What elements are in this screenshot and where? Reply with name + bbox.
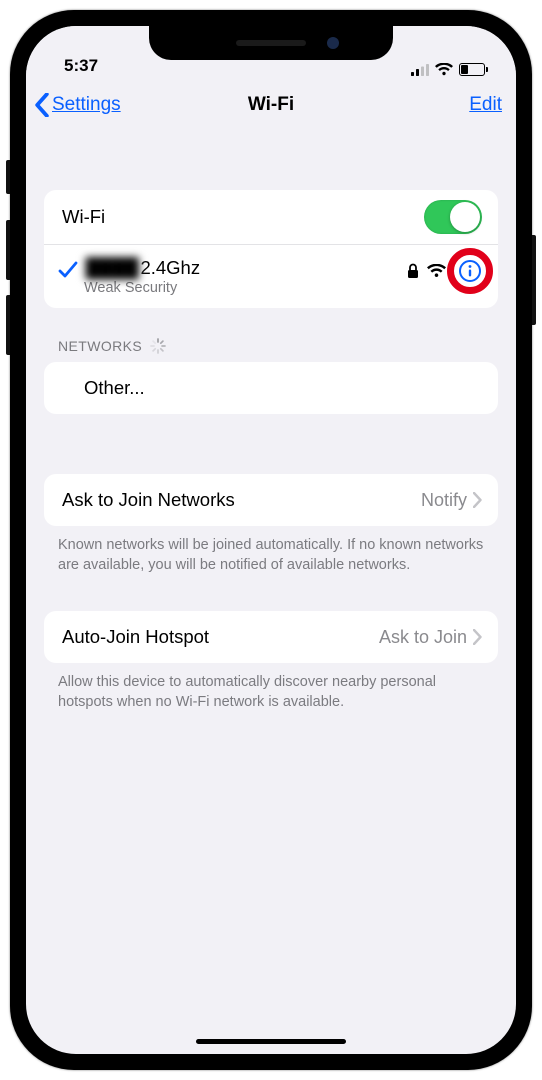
network-subtitle: Weak Security xyxy=(84,280,407,296)
networks-header-label: NETWORKS xyxy=(58,338,142,354)
status-indicators xyxy=(411,63,488,76)
ask-to-join-row[interactable]: Ask to Join Networks Notify xyxy=(44,474,498,526)
notch xyxy=(149,26,393,60)
chevron-left-icon xyxy=(34,93,50,117)
battery-icon xyxy=(459,63,488,76)
ask-to-join-label: Ask to Join Networks xyxy=(62,489,421,511)
info-icon[interactable] xyxy=(458,259,482,283)
network-icons xyxy=(407,259,482,283)
networks-header: NETWORKS xyxy=(58,338,484,354)
other-label: Other... xyxy=(62,377,482,399)
lock-icon xyxy=(407,263,419,279)
wifi-toggle-switch[interactable] xyxy=(424,200,482,234)
auto-join-hotspot-label: Auto-Join Hotspot xyxy=(62,626,379,648)
network-info: ████ 2.4Ghz Weak Security xyxy=(84,257,407,296)
wifi-signal-icon xyxy=(427,264,446,278)
wifi-group: Wi-Fi ████ 2.4Ghz Weak Security xyxy=(44,190,498,308)
wifi-toggle-row[interactable]: Wi-Fi xyxy=(44,190,498,244)
chevron-right-icon xyxy=(473,492,482,508)
phone-frame: 5:37 Settings Wi-Fi Edit Wi-Fi xyxy=(10,10,532,1070)
auto-join-hotspot-group: Auto-Join Hotspot Ask to Join xyxy=(44,611,498,663)
auto-join-hotspot-footer: Allow this device to automatically disco… xyxy=(58,673,484,712)
cellular-icon xyxy=(411,64,429,76)
network-name-blurred: ████ xyxy=(84,257,140,279)
status-time: 5:37 xyxy=(64,56,98,76)
home-indicator[interactable] xyxy=(196,1039,346,1044)
wifi-toggle-label: Wi-Fi xyxy=(62,206,424,228)
content: Wi-Fi ████ 2.4Ghz Weak Security xyxy=(26,136,516,722)
edit-button[interactable]: Edit xyxy=(469,94,502,116)
wifi-status-icon xyxy=(435,63,453,76)
connected-network-row[interactable]: ████ 2.4Ghz Weak Security xyxy=(44,244,498,308)
nav-bar: Settings Wi-Fi Edit xyxy=(26,78,516,136)
chevron-right-icon xyxy=(473,629,482,645)
checkmark-icon xyxy=(56,259,80,281)
ask-to-join-value: Notify xyxy=(421,490,467,511)
spinner-icon xyxy=(150,338,166,354)
auto-join-hotspot-row[interactable]: Auto-Join Hotspot Ask to Join xyxy=(44,611,498,663)
ask-to-join-group: Ask to Join Networks Notify xyxy=(44,474,498,526)
screen: 5:37 Settings Wi-Fi Edit Wi-Fi xyxy=(26,26,516,1054)
back-label: Settings xyxy=(52,94,121,116)
other-networks-group: Other... xyxy=(44,362,498,414)
network-name-suffix: 2.4Ghz xyxy=(140,257,200,279)
ask-to-join-footer: Known networks will be joined automatica… xyxy=(58,536,484,575)
other-network-row[interactable]: Other... xyxy=(44,362,498,414)
back-button[interactable]: Settings xyxy=(34,93,121,117)
auto-join-hotspot-value: Ask to Join xyxy=(379,627,467,648)
